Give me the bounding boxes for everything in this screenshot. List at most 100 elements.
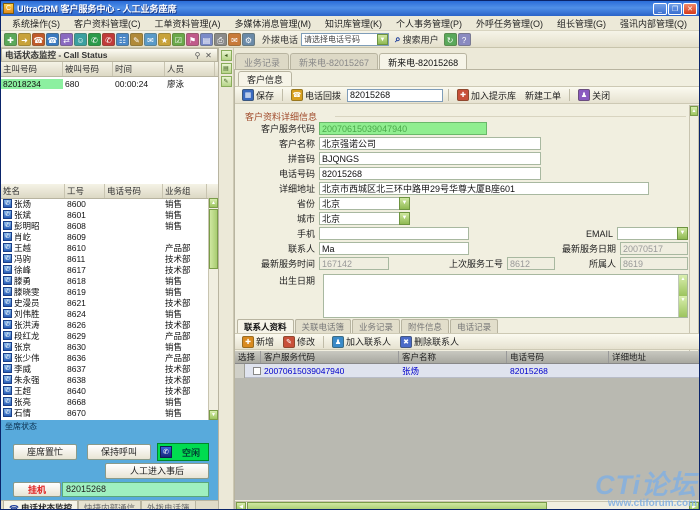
main-tab-1[interactable]: 新来电-82015267 — [290, 53, 378, 69]
hold-call-icon[interactable]: ☎ — [46, 33, 59, 46]
detail-tab-1[interactable]: 关联电话簿 — [295, 319, 352, 333]
menu-item[interactable]: 工单资料管理(A) — [148, 16, 228, 31]
agent-row[interactable]: ✆张少伟8636产品部 — [1, 352, 208, 363]
menu-item[interactable]: 客户资料管理(C) — [67, 16, 148, 31]
spin-up-icon[interactable]: ▲ — [679, 275, 687, 296]
mobile-field[interactable] — [319, 227, 469, 240]
agent-row[interactable]: ✆彭明昭8608销售 — [1, 220, 208, 231]
transfer-number-field[interactable]: 82015268 — [62, 482, 209, 497]
callback-button[interactable]: ☎ 电话回拨 — [288, 89, 344, 102]
add-tip-button[interactable]: ✚ 加入提示库 — [454, 89, 519, 102]
hangup-button[interactable]: 挂机 — [13, 482, 61, 497]
hold-call-button[interactable]: 保持呼叫 — [87, 444, 151, 460]
report-icon[interactable]: ▤ — [200, 33, 213, 46]
outbound-task-icon[interactable]: ⚑ — [186, 33, 199, 46]
minimize-button[interactable]: _ — [653, 3, 667, 15]
search-user-button[interactable]: ⌕ 搜索用户 — [395, 33, 439, 46]
detail-tab-0[interactable]: 联系人资料 — [237, 319, 294, 333]
main-tab-0[interactable]: 业务记录 — [235, 53, 289, 69]
agent-busy-icon[interactable]: ☎ — [32, 33, 45, 46]
menu-item[interactable]: 系统操作(S) — [5, 16, 67, 31]
save-button[interactable]: ▦ 保存 — [239, 89, 277, 102]
agent-row[interactable]: ✆徐峰8617技术部 — [1, 264, 208, 275]
menu-item[interactable]: 多媒体消息管理(M) — [228, 16, 319, 31]
print-icon[interactable]: ⎙ — [214, 33, 227, 46]
spin-down-icon[interactable]: ▼ — [679, 296, 687, 317]
hscroll-right-icon[interactable]: ▶ — [689, 502, 699, 510]
mail-icon[interactable]: ✉ — [228, 33, 241, 46]
agent-row[interactable]: ✆段红龙8629产品部 — [1, 330, 208, 341]
hangup-call-icon[interactable]: ✆ — [102, 33, 115, 46]
main-tab-2[interactable]: 新来电-82015268 — [379, 53, 467, 69]
agent-row[interactable]: ✆张京8630销售 — [1, 341, 208, 352]
answer-call-icon[interactable]: ✆ — [88, 33, 101, 46]
hscroll-thumb[interactable] — [247, 502, 547, 510]
message-icon[interactable]: ✉ — [144, 33, 157, 46]
edit-button[interactable]: ✎ 修改 — [280, 335, 318, 348]
collapse-panel-icon[interactable]: ◂ — [221, 50, 232, 61]
agent-row[interactable]: ✆滕勇8618销售 — [1, 275, 208, 286]
work-order-icon[interactable]: ✎ — [130, 33, 143, 46]
scroll-up-icon[interactable]: ▲ — [209, 198, 218, 208]
email-field[interactable] — [617, 227, 677, 240]
conference-icon[interactable]: ☺ — [74, 33, 87, 46]
province-chevron-icon[interactable]: ▼ — [399, 197, 410, 210]
sign-out-icon[interactable]: ➜ — [18, 33, 31, 46]
close-button[interactable]: ✕ — [683, 3, 697, 15]
sign-in-icon[interactable]: ✚ — [4, 33, 17, 46]
knowledge-base-icon[interactable]: ★ — [158, 33, 171, 46]
hscroll-left-icon[interactable]: ◀ — [236, 502, 246, 510]
agent-row[interactable]: ✆朱永强8638技术部 — [1, 374, 208, 385]
phone-field[interactable] — [319, 167, 541, 180]
customer-name-field[interactable] — [319, 137, 541, 150]
city-select[interactable]: ▼ — [319, 212, 410, 225]
phone-select[interactable]: 请选择电话号码 ▼ — [301, 33, 389, 46]
contact-row[interactable]: 20070615039047940张炀82015268 — [235, 364, 700, 378]
agent-row[interactable]: ✆张斌8601销售 — [1, 209, 208, 220]
contact-select-cell[interactable] — [235, 364, 261, 378]
call-row[interactable]: 8201823468000:00:24廖泳 — [1, 77, 218, 90]
horizontal-scrollbar[interactable]: ◀ ▶ — [235, 501, 700, 510]
menu-item[interactable]: 进销存管理 — [694, 16, 700, 31]
city-chevron-icon[interactable]: ▼ — [399, 212, 410, 225]
set-busy-button[interactable]: 座席置忙 — [13, 444, 77, 460]
menu-item[interactable]: 强讯内部管理(Q) — [613, 16, 694, 31]
close-tab-button[interactable]: ♟ 关闭 — [575, 89, 613, 102]
agent-row[interactable]: ✆张炀8600销售 — [1, 198, 208, 209]
agent-row[interactable]: ✆滕晓雯8619销售 — [1, 286, 208, 297]
refresh-icon[interactable]: ↻ — [444, 33, 457, 46]
menu-item[interactable]: 知识库管理(K) — [318, 16, 389, 31]
settings-icon[interactable]: ⚙ — [242, 33, 255, 46]
restore-button[interactable]: ❐ — [668, 3, 682, 15]
detail-tab-4[interactable]: 电话记录 — [450, 319, 498, 333]
left-tab-0[interactable]: ☎电话状态监控 — [3, 501, 78, 510]
tab-customer-info[interactable]: 客户信息 — [238, 71, 292, 87]
scroll-down-icon[interactable]: ▼ — [209, 410, 218, 420]
birth-field[interactable]: ▲▼ — [323, 274, 688, 318]
close-panel-icon[interactable]: ✕ — [203, 51, 214, 60]
agent-row[interactable]: ✆冯驹8611技术部 — [1, 253, 208, 264]
menu-item[interactable]: 外呼任务管理(O) — [469, 16, 550, 31]
strip-note-icon[interactable]: ✎ — [221, 76, 232, 87]
left-tab-2[interactable]: 外拨电话簿 — [141, 501, 196, 510]
help-icon[interactable]: ? — [458, 33, 471, 46]
menu-item[interactable]: 组长管理(G) — [550, 16, 613, 31]
pinyin-field[interactable] — [319, 152, 541, 165]
row-handle[interactable] — [235, 364, 245, 378]
idle-button[interactable]: ✆ 空闲 — [157, 443, 209, 461]
agent-row[interactable]: ✆张洪涛8626技术部 — [1, 319, 208, 330]
agent-scrollbar[interactable]: ▲ ▼ — [208, 198, 218, 420]
customer-info-icon[interactable]: ☷ — [116, 33, 129, 46]
email-select[interactable]: ▼ — [617, 227, 688, 240]
email-chevron-icon[interactable]: ▼ — [677, 227, 688, 240]
contact-field[interactable] — [319, 242, 469, 255]
chevron-down-icon[interactable]: ▼ — [377, 34, 388, 45]
callback-number-input[interactable] — [347, 89, 443, 102]
del-contact-button[interactable]: ✖ 删除联系人 — [397, 335, 462, 348]
add-button[interactable]: ✚ 新增 — [239, 335, 277, 348]
personal-task-icon[interactable]: ☑ — [172, 33, 185, 46]
address-field[interactable] — [319, 182, 649, 195]
agent-row[interactable]: ✆王越8610产品部 — [1, 242, 208, 253]
form-scroll-up-icon[interactable]: ▲ — [690, 106, 698, 116]
row-checkbox[interactable] — [253, 367, 261, 375]
